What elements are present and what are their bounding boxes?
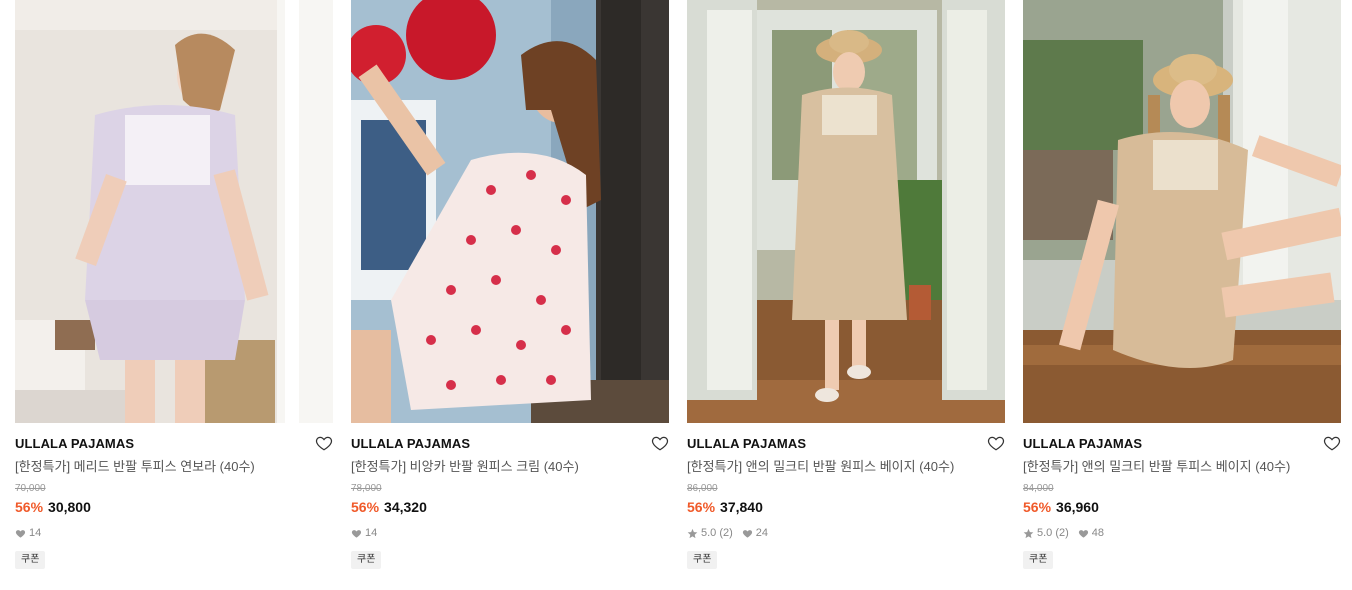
heart-outline-icon[interactable] bbox=[1323, 434, 1341, 452]
rating-value: 5.0 (2) bbox=[1037, 527, 1069, 539]
coupon-badge: 쿠폰 bbox=[15, 551, 46, 569]
sale-price: 34,320 bbox=[384, 499, 427, 515]
like-count: 14 bbox=[365, 527, 378, 539]
price-row: 56% 34,320 bbox=[351, 498, 669, 516]
rating-group: 5.0 (2) bbox=[687, 526, 733, 540]
sale-price: 36,960 bbox=[1056, 499, 1099, 515]
like-count-group: 48 bbox=[1078, 526, 1104, 540]
brand-name[interactable]: ULLALA PAJAMAS bbox=[351, 435, 669, 453]
like-count: 24 bbox=[755, 527, 769, 539]
like-count-group: 14 bbox=[351, 526, 377, 540]
product-name[interactable]: [한정특가] 앤의 밀크티 반팔 투피스 베이지 (40수) bbox=[1023, 458, 1341, 476]
product-image[interactable] bbox=[351, 0, 669, 423]
brand-name[interactable]: ULLALA PAJAMAS bbox=[687, 435, 1005, 453]
product-card[interactable]: ULLALA PAJAMAS [한정특가] 메리드 반팔 투피스 연보라 (40… bbox=[15, 0, 333, 569]
like-count: 14 bbox=[29, 527, 42, 539]
product-meta: 14 bbox=[351, 526, 669, 540]
discount-rate: 56% bbox=[351, 499, 380, 515]
product-meta: 5.0 (2) 48 bbox=[1023, 526, 1341, 540]
heart-filled-icon bbox=[351, 529, 362, 538]
heart-outline-icon[interactable] bbox=[987, 434, 1005, 452]
product-grid: ULLALA PAJAMAS [한정특가] 메리드 반팔 투피스 연보라 (40… bbox=[15, 0, 1341, 569]
heart-filled-icon bbox=[1078, 529, 1088, 538]
like-count-group: 14 bbox=[15, 526, 41, 540]
sale-price: 37,840 bbox=[720, 499, 763, 515]
heart-outline-icon[interactable] bbox=[315, 434, 333, 452]
product-card[interactable]: ULLALA PAJAMAS [한정특가] 앤의 밀크티 반팔 투피스 베이지 … bbox=[1023, 0, 1341, 569]
product-meta: 5.0 (2) 24 bbox=[687, 526, 1005, 540]
like-count-group: 24 bbox=[742, 526, 768, 540]
heart-filled-icon bbox=[742, 529, 752, 538]
like-count: 48 bbox=[1091, 527, 1105, 539]
heart-outline-icon[interactable] bbox=[651, 434, 669, 452]
star-icon bbox=[1023, 528, 1034, 538]
price-row: 56% 36,960 bbox=[1023, 498, 1341, 516]
coupon-badge: 쿠폰 bbox=[687, 551, 718, 569]
rating-group: 5.0 (2) bbox=[1023, 526, 1069, 540]
rating-value: 5.0 (2) bbox=[701, 527, 733, 539]
original-price: 84,000 bbox=[1023, 483, 1054, 494]
product-name[interactable]: [한정특가] 메리드 반팔 투피스 연보라 (40수) bbox=[15, 458, 333, 476]
brand-name[interactable]: ULLALA PAJAMAS bbox=[1023, 435, 1341, 453]
price-row: 56% 30,800 bbox=[15, 498, 333, 516]
product-meta: 14 bbox=[15, 526, 333, 540]
brand-name[interactable]: ULLALA PAJAMAS bbox=[15, 435, 333, 453]
original-price: 86,000 bbox=[687, 483, 718, 494]
heart-filled-icon bbox=[15, 529, 26, 538]
price-row: 56% 37,840 bbox=[687, 498, 1005, 516]
product-image[interactable] bbox=[687, 0, 1005, 423]
product-name[interactable]: [한정특가] 비앙카 반팔 원피스 크림 (40수) bbox=[351, 458, 669, 476]
discount-rate: 56% bbox=[687, 499, 716, 515]
discount-rate: 56% bbox=[1023, 499, 1052, 515]
coupon-badge: 쿠폰 bbox=[351, 551, 382, 569]
original-price: 70,000 bbox=[15, 483, 46, 494]
sale-price: 30,800 bbox=[48, 499, 91, 515]
discount-rate: 56% bbox=[15, 499, 44, 515]
star-icon bbox=[687, 528, 698, 538]
product-card[interactable]: ULLALA PAJAMAS [한정특가] 앤의 밀크티 반팔 원피스 베이지 … bbox=[687, 0, 1005, 569]
coupon-badge: 쿠폰 bbox=[1023, 551, 1054, 569]
product-name[interactable]: [한정특가] 앤의 밀크티 반팔 원피스 베이지 (40수) bbox=[687, 458, 1005, 476]
product-card[interactable]: ULLALA PAJAMAS [한정특가] 비앙카 반팔 원피스 크림 (40수… bbox=[351, 0, 669, 569]
original-price: 78,000 bbox=[351, 483, 382, 494]
product-image[interactable] bbox=[15, 0, 333, 423]
product-image[interactable] bbox=[1023, 0, 1341, 423]
